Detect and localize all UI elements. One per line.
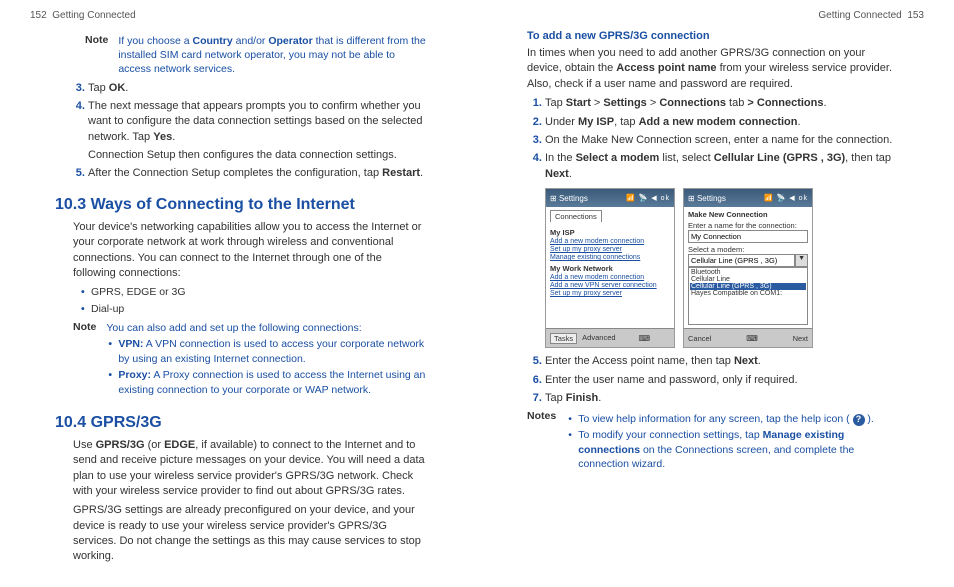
steps-add-connection-cont: Enter the Access point name, then tap Ne… <box>527 354 899 406</box>
step-3: Tap OK. <box>88 81 427 96</box>
note-label: Note <box>73 321 96 400</box>
page-header-left: 152 Getting Connected <box>30 10 136 21</box>
notes-label: Notes <box>527 410 556 473</box>
para-10-4a: Use GPRS/3G (or EDGE, if available) to c… <box>73 438 427 500</box>
para-intro: In times when you need to add another GP… <box>527 46 899 92</box>
step-5: After the Connection Setup completes the… <box>88 166 427 181</box>
note-manage-connections: To modify your connection settings, tap … <box>578 428 899 471</box>
help-icon: ? <box>853 414 865 426</box>
step-7: Tap Finish. <box>545 391 899 406</box>
scr-subtitle: Make New Connection <box>688 210 808 219</box>
note-text: If you choose a Country and/or Operator … <box>118 34 427 77</box>
link-setup-proxy-work: Set up my proxy server <box>550 290 670 297</box>
step-1: Tap Start > Settings > Connections tab >… <box>545 96 899 111</box>
step-3: On the Make New Connection screen, enter… <box>545 133 899 148</box>
group-my-work: My Work Network <box>550 264 670 273</box>
cancel-softkey: Cancel <box>688 334 711 343</box>
scr-titlebar: ⊞ Settings 📶 📡 ◀ ok <box>684 189 812 207</box>
link-manage-existing: Manage existing connections <box>550 254 670 261</box>
label-enter-name: Enter a name for the connection: <box>688 221 808 230</box>
steps-continued: Tap OK. The next message that appears pr… <box>70 81 427 182</box>
bullet-vpn: VPN: A VPN connection is used to access … <box>118 337 427 366</box>
note-additional-connections: Note You can also add and set up the fol… <box>73 321 427 400</box>
label-select-modem: Select a modem: <box>688 245 808 254</box>
bullet-proxy: Proxy: A Proxy connection is used to acc… <box>118 368 427 397</box>
page-left: 152 Getting Connected Note If you choose… <box>0 0 477 587</box>
bullet-item: Dial-up <box>91 302 427 317</box>
link-add-modem-isp: Add a new modem connection <box>550 238 670 245</box>
start-icon: ⊞ <box>550 194 557 203</box>
scr-bottom-bar: TasksAdvanced ⌨ <box>546 328 674 347</box>
heading-10-3: 10.3 Ways of Connecting to the Internet <box>55 196 427 214</box>
next-softkey: Next <box>793 334 808 343</box>
step-6: Enter the user name and password, only i… <box>545 373 899 388</box>
step-4: In the Select a modem list, select Cellu… <box>545 151 899 182</box>
start-icon: ⊞ <box>688 194 695 203</box>
step-2: Under My ISP, tap Add a new modem connec… <box>545 115 899 130</box>
status-icons: 📶 📡 ◀ ok <box>764 194 808 202</box>
modem-select-field <box>688 254 795 267</box>
note-text: You can also add and set up the followin… <box>106 321 427 400</box>
subheading-add-gprs: To add a new GPRS/3G connection <box>527 30 899 42</box>
heading-10-4: 10.4 GPRS/3G <box>55 414 427 432</box>
screenshot-new-connection: ⊞ Settings 📶 📡 ◀ ok Make New Connection … <box>683 188 813 348</box>
status-icons: 📶 📡 ◀ ok <box>626 194 670 202</box>
bullet-item: GPRS, EDGE or 3G <box>91 285 427 300</box>
keyboard-icon: ⌨ <box>638 334 650 343</box>
link-add-modem-work: Add a new modem connection <box>550 274 670 281</box>
scr-titlebar: ⊞ Settings 📶 📡 ◀ ok <box>546 189 674 207</box>
tab-connections: Connections <box>550 210 602 222</box>
modem-listbox: Bluetooth Cellular Line Cellular Line (G… <box>688 267 808 325</box>
step-5: Enter the Access point name, then tap Ne… <box>545 354 899 369</box>
group-my-isp: My ISP <box>550 228 670 237</box>
screenshot-connections: ⊞ Settings 📶 📡 ◀ ok Connections My ISP A… <box>545 188 675 348</box>
dropdown-icon: ▼ <box>795 254 808 267</box>
steps-add-connection: Tap Start > Settings > Connections tab >… <box>527 96 899 182</box>
screenshots-row: ⊞ Settings 📶 📡 ◀ ok Connections My ISP A… <box>545 188 899 348</box>
keyboard-icon: ⌨ <box>746 334 758 343</box>
note-label: Note <box>85 34 108 77</box>
link-add-vpn: Add a new VPN server connection <box>550 282 670 289</box>
note-country-operator: Note If you choose a Country and/or Oper… <box>85 34 427 77</box>
para-10-3: Your device's networking capabilities al… <box>73 220 427 282</box>
para-10-4b: GPRS/3G settings are already preconfigur… <box>73 503 427 565</box>
scr-bottom-bar: Cancel ⌨ Next <box>684 328 812 347</box>
link-setup-proxy-isp: Set up my proxy server <box>550 246 670 253</box>
step-4: The next message that appears prompts yo… <box>88 99 427 164</box>
connection-name-field <box>688 230 808 243</box>
note-help-icon: To view help information for any screen,… <box>578 412 899 426</box>
page-header-right: Getting Connected 153 <box>818 10 924 21</box>
bullets-10-3: GPRS, EDGE or 3G Dial-up <box>61 285 427 316</box>
page-right: Getting Connected 153 To add a new GPRS/… <box>477 0 954 587</box>
notes-block: Notes To view help information for any s… <box>527 410 899 473</box>
